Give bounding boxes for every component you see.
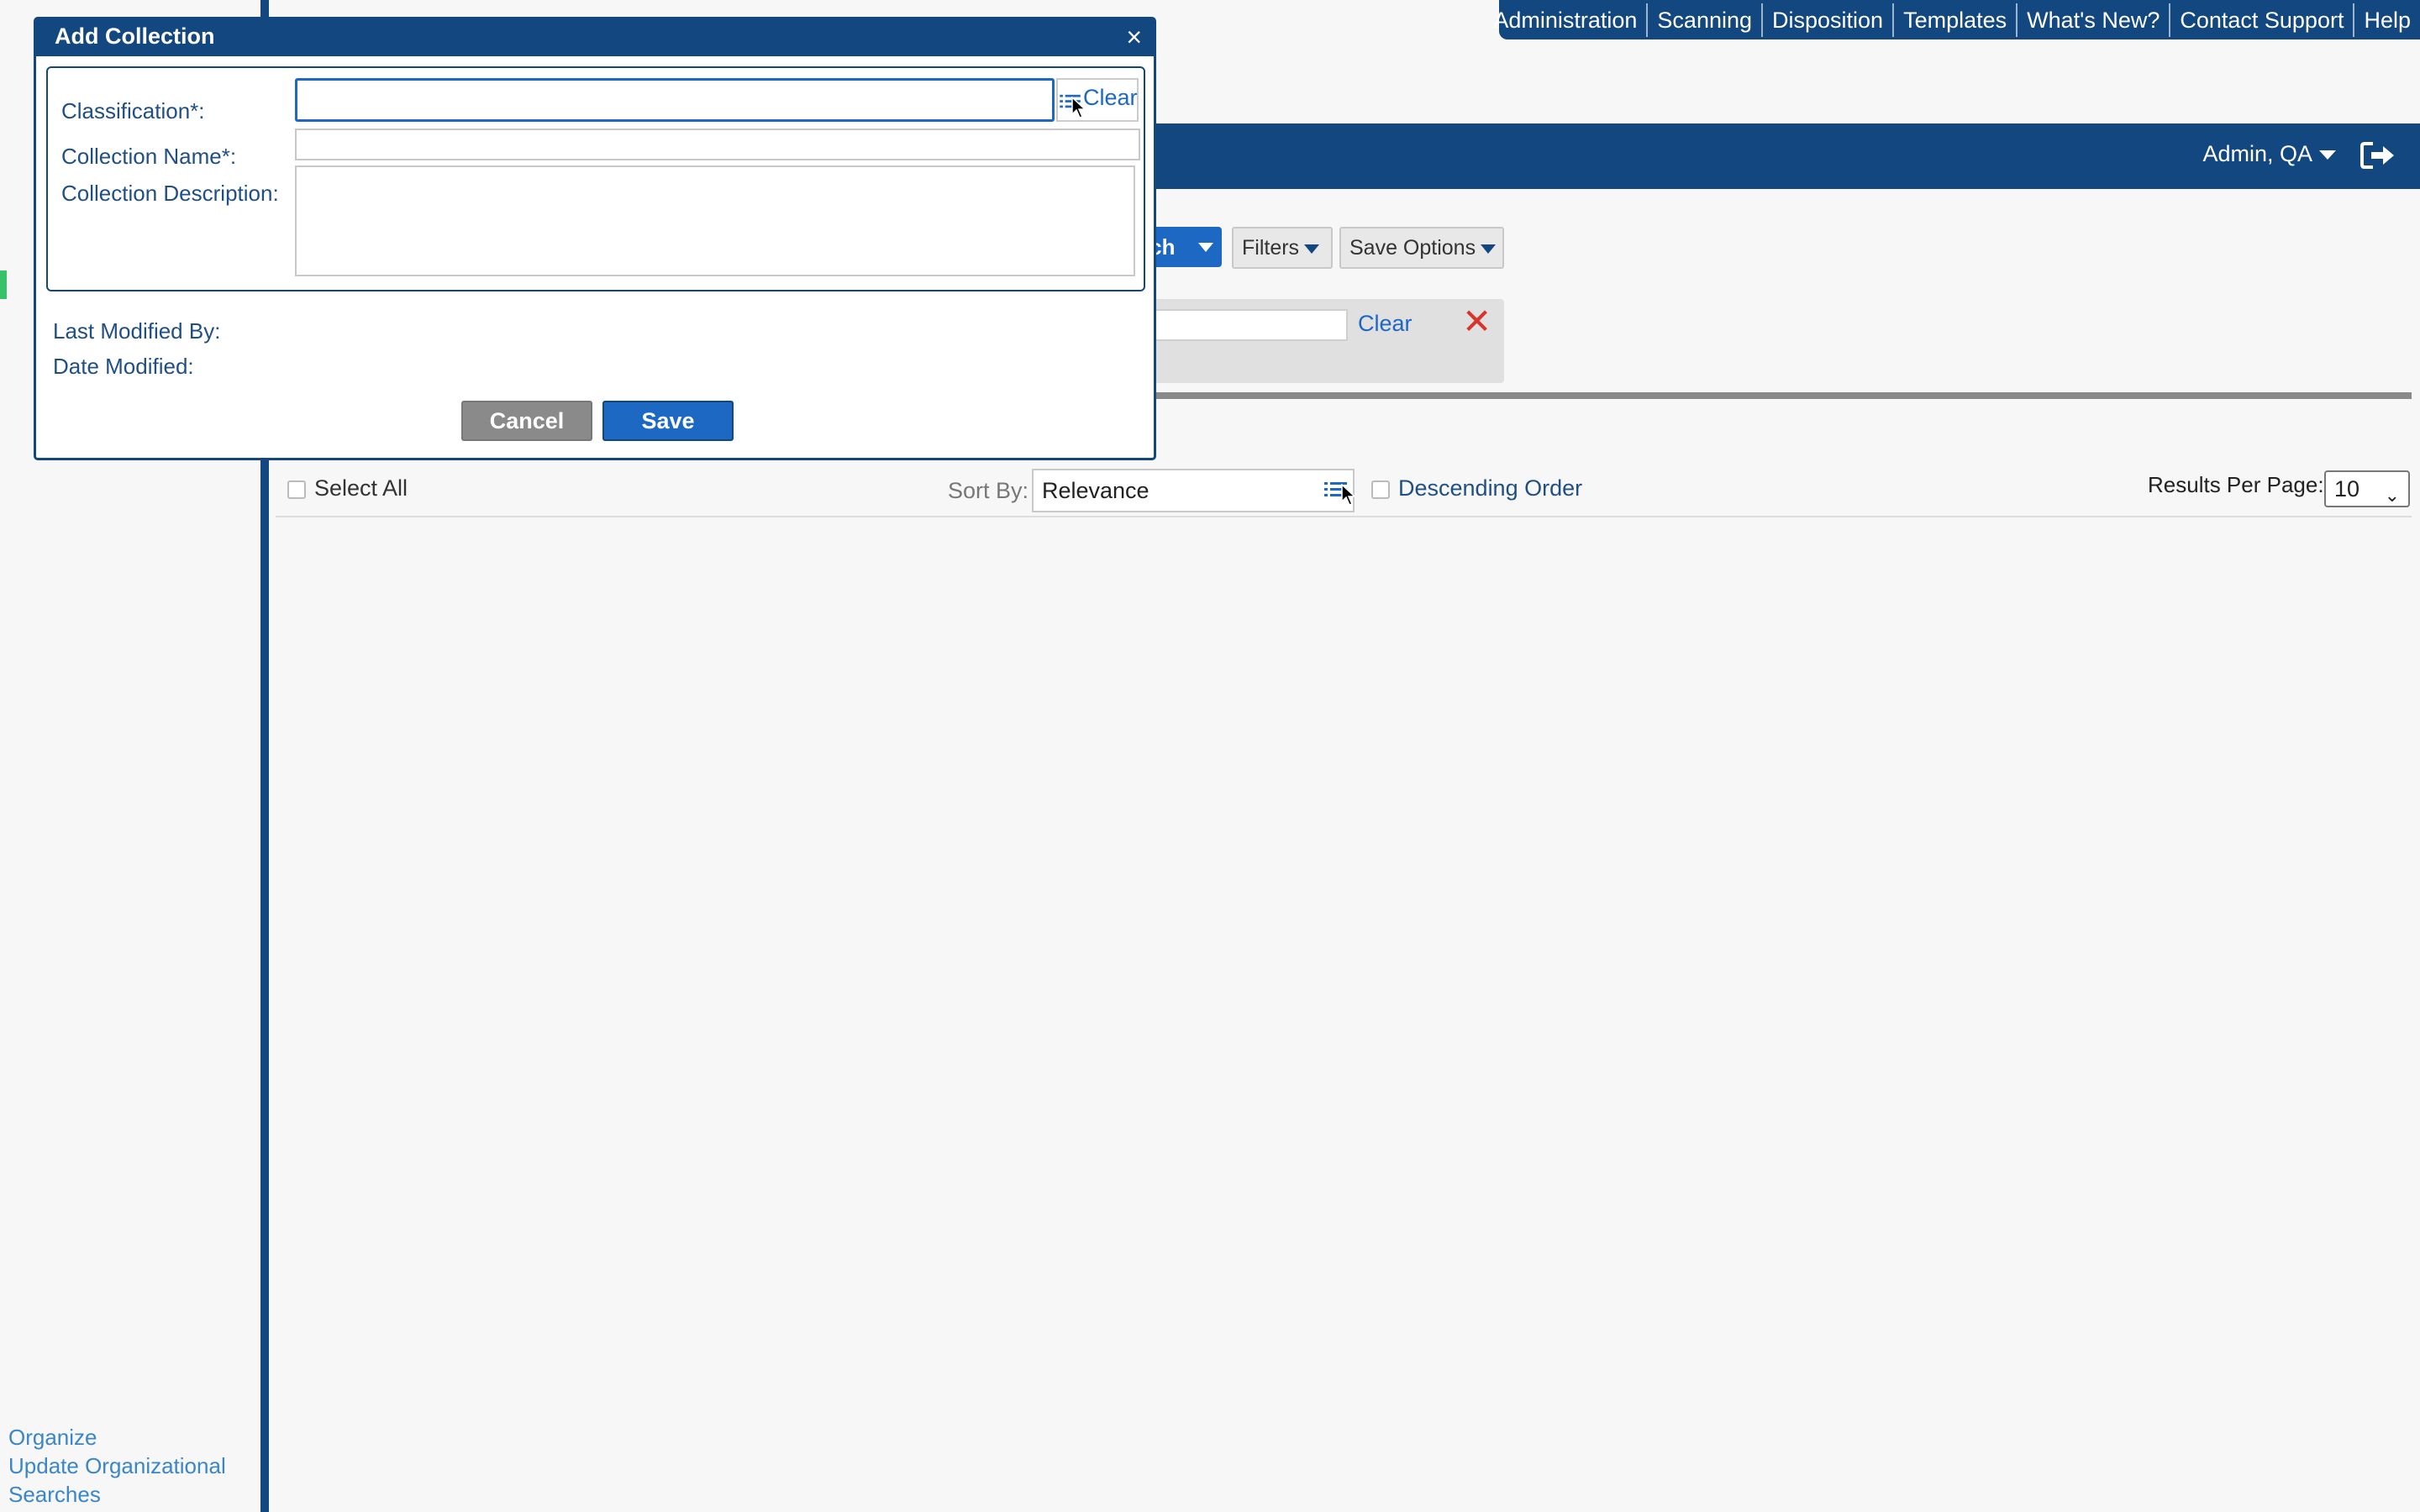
collection-description-label: Collection Description:: [61, 181, 279, 206]
last-modified-by-label: Last Modified By:: [53, 318, 221, 344]
results-per-page-value: 10: [2334, 476, 2360, 501]
filter-input[interactable]: [1126, 309, 1348, 341]
date-modified-label: Date Modified:: [53, 354, 194, 379]
results-per-page-label: Results Per Page:: [2148, 472, 2324, 497]
classification-label: Classification*:: [61, 98, 205, 123]
mouse-pointer-icon: [1341, 484, 1356, 506]
filter-clear-link[interactable]: Clear: [1358, 311, 1413, 337]
sort-by-label: Sort By:: [948, 478, 1029, 503]
close-icon[interactable]: ×: [1126, 20, 1142, 54]
chevron-down-icon: [1198, 243, 1213, 252]
chevron-down-icon: [2319, 150, 2336, 160]
nav-disposition[interactable]: Disposition: [1761, 3, 1892, 37]
select-all[interactable]: Select All: [287, 475, 408, 501]
nav-whats-new[interactable]: What's New?: [2016, 3, 2169, 37]
nav-templates[interactable]: Templates: [1892, 3, 2016, 37]
classification-picker[interactable]: Clear: [1056, 78, 1139, 122]
select-all-checkbox[interactable]: [287, 480, 306, 499]
sidebar-links: Organize Update Organizational Searches: [8, 1423, 226, 1509]
sidebar-link-organize[interactable]: Organize: [8, 1423, 226, 1452]
sign-out-icon[interactable]: [2360, 140, 2396, 171]
classification-input[interactable]: [295, 78, 1055, 122]
collection-name-label: Collection Name*:: [61, 144, 237, 169]
filter-panel: Clear ✕: [1126, 299, 1504, 383]
dialog-titlebar: Add Collection ×: [36, 19, 1154, 56]
descending-order[interactable]: Descending Order: [1371, 475, 1582, 501]
top-nav: Administration Scanning Disposition Temp…: [1493, 0, 2420, 39]
classification-clear-link[interactable]: Clear: [1083, 85, 1138, 111]
dialog-title: Add Collection: [55, 24, 215, 49]
sidebar-link-searches[interactable]: Searches: [8, 1480, 226, 1509]
add-collection-dialog: Add Collection × Classification*: Clear …: [34, 17, 1156, 460]
collection-description-input[interactable]: [295, 165, 1135, 276]
chevron-down-icon: [1304, 244, 1320, 254]
descending-order-checkbox[interactable]: [1371, 480, 1390, 499]
mouse-pointer-icon: [1071, 97, 1086, 118]
sort-by-select[interactable]: Relevance: [1032, 469, 1355, 512]
select-all-label: Select All: [314, 475, 408, 501]
divider: [1151, 392, 2412, 399]
collection-name-input[interactable]: [295, 129, 1140, 160]
save-options-button[interactable]: Save Options: [1339, 227, 1504, 269]
save-options-label: Save Options: [1349, 236, 1476, 260]
sidebar-link-update-organizational[interactable]: Update Organizational: [8, 1452, 226, 1480]
chevron-down-icon: [1481, 244, 1497, 254]
sort-by-value: Relevance: [1042, 478, 1150, 503]
collection-form: Classification*: Clear Collection Name*:…: [46, 66, 1145, 291]
descending-order-label: Descending Order: [1398, 475, 1583, 501]
nav-contact-support[interactable]: Contact Support: [2169, 3, 2353, 37]
filters-label: Filters: [1242, 236, 1300, 260]
nav-help[interactable]: Help: [2353, 3, 2420, 37]
user-menu[interactable]: Admin, QA: [2202, 123, 2336, 189]
results-per-page-select[interactable]: 10 ⌄: [2324, 470, 2410, 507]
close-x-icon[interactable]: ✕: [1462, 304, 1491, 339]
filters-button[interactable]: Filters: [1232, 227, 1333, 269]
save-button[interactable]: Save: [602, 401, 734, 441]
chevron-down-icon: ⌄: [2384, 485, 2400, 506]
nav-administration[interactable]: Administration: [1484, 3, 1646, 37]
results-divider: [276, 516, 2412, 517]
active-indicator: [0, 270, 7, 299]
cancel-button[interactable]: Cancel: [461, 401, 592, 441]
nav-scanning[interactable]: Scanning: [1646, 3, 1761, 37]
user-name: Admin, QA: [2202, 141, 2312, 166]
